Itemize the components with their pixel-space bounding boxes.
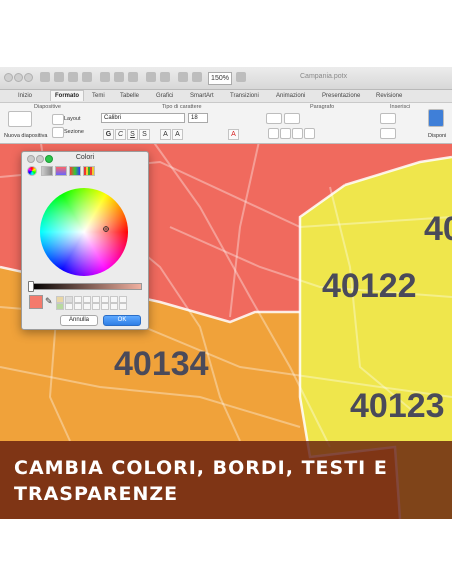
color-swatch[interactable] <box>65 296 73 303</box>
slideshow-icon[interactable] <box>192 72 202 82</box>
font-name-field[interactable]: Calibri <box>101 113 185 123</box>
brightness-slider-knob[interactable] <box>28 281 34 292</box>
zone-label-40123: 40123 <box>350 387 445 425</box>
save-icon[interactable] <box>68 72 78 82</box>
group-label-diapositive: Diapositive <box>34 104 61 110</box>
color-cursor-icon[interactable] <box>103 226 109 232</box>
color-swatch[interactable] <box>92 303 100 310</box>
color-picker-dialog: Colori ✎ Annulla OK <box>21 151 149 330</box>
document-title: Campania.potx <box>300 73 348 80</box>
justify-button[interactable] <box>304 128 315 139</box>
color-swatch[interactable] <box>83 296 91 303</box>
superscript-button[interactable]: A <box>160 129 171 140</box>
redo-icon[interactable] <box>160 72 170 82</box>
selected-color-swatch[interactable] <box>29 295 43 309</box>
zoom-window-button[interactable] <box>24 73 33 82</box>
group-label-carattere: Tipo di carattere <box>162 104 202 110</box>
zoom-field[interactable]: 150% <box>208 72 232 85</box>
section-button[interactable]: Sezione <box>64 129 84 135</box>
paste-icon[interactable] <box>128 72 138 82</box>
window-titlebar: 150% Campania.potx <box>0 67 452 90</box>
zone-label-40122: 40122 <box>322 267 417 305</box>
banner-text: CAMBIA COLORI, BORDI, TESTI E TRASPARENZ… <box>14 457 388 505</box>
dialog-title: Colori <box>75 154 95 161</box>
tab-revisione[interactable]: Revisione <box>372 91 406 101</box>
color-swatch[interactable] <box>65 303 73 310</box>
align-right-button[interactable] <box>292 128 303 139</box>
section-icon[interactable] <box>52 127 64 138</box>
arrange-icon[interactable] <box>428 109 444 127</box>
tab-formato[interactable]: Formato <box>50 90 84 101</box>
tab-grafici[interactable]: Grafici <box>152 91 177 101</box>
image-palettes-tab-icon[interactable] <box>69 166 81 176</box>
bold-button[interactable]: G <box>103 129 114 140</box>
group-label-inserisci: Inserisci <box>390 104 411 110</box>
align-center-button[interactable] <box>280 128 291 139</box>
tab-tabelle[interactable]: Tabelle <box>116 91 143 101</box>
brightness-slider[interactable] <box>30 283 142 290</box>
ribbon: Diapositive Tipo di carattere Paragrafo … <box>0 103 452 144</box>
color-swatch[interactable] <box>119 303 127 310</box>
undo-icon[interactable] <box>146 72 156 82</box>
ok-button[interactable]: OK <box>103 315 141 326</box>
color-swatch[interactable] <box>56 303 64 310</box>
color-swatch[interactable] <box>110 303 118 310</box>
zone-label-40134: 40134 <box>114 345 209 383</box>
numbering-button[interactable] <box>284 113 300 124</box>
color-swatch[interactable] <box>110 296 118 303</box>
layout-icon[interactable] <box>52 114 64 125</box>
minimize-window-button[interactable] <box>14 73 23 82</box>
arrange-button[interactable]: Disponi <box>428 133 446 139</box>
cut-icon[interactable] <box>100 72 110 82</box>
color-swatch[interactable] <box>56 296 64 303</box>
zone-label-40: 40 <box>424 210 452 248</box>
color-wheel-tab-icon[interactable] <box>27 166 37 176</box>
color-swatch[interactable] <box>83 303 91 310</box>
color-swatch[interactable] <box>119 296 127 303</box>
insert-shape-button[interactable] <box>380 113 396 124</box>
palettes-tab-icon[interactable] <box>55 166 67 176</box>
new-slide-label: Nuova diapositiva <box>4 133 48 139</box>
color-swatch[interactable] <box>101 296 109 303</box>
align-left-button[interactable] <box>268 128 279 139</box>
gallery-icon[interactable] <box>178 72 188 82</box>
color-swatch[interactable] <box>74 296 82 303</box>
eyedropper-icon[interactable]: ✎ <box>45 296 53 307</box>
new-document-icon[interactable] <box>40 72 50 82</box>
italic-button[interactable]: C <box>115 129 126 140</box>
tab-smartart[interactable]: SmartArt <box>186 91 218 101</box>
tab-temi[interactable]: Temi <box>88 91 109 101</box>
help-icon[interactable] <box>236 72 246 82</box>
new-slide-button[interactable] <box>8 111 32 127</box>
group-label-paragrafo: Paragrafo <box>310 104 335 110</box>
open-icon[interactable] <box>54 72 64 82</box>
tab-transizioni[interactable]: Transizioni <box>226 91 263 101</box>
crayons-tab-icon[interactable] <box>83 166 95 176</box>
tab-inizio[interactable]: Inizio <box>14 91 36 101</box>
bullets-button[interactable] <box>266 113 282 124</box>
color-wheel[interactable] <box>40 188 128 276</box>
tab-presentazione[interactable]: Presentazione <box>318 91 364 101</box>
cancel-button[interactable]: Annulla <box>60 315 98 326</box>
layout-button[interactable]: Layout <box>64 116 81 122</box>
underline-button[interactable]: S <box>127 129 138 140</box>
subscript-button[interactable]: A <box>172 129 183 140</box>
color-swatch[interactable] <box>92 296 100 303</box>
screenshot-frame: 40122 40134 40123 40 150% Campania.potx … <box>0 67 452 519</box>
color-swatch[interactable] <box>74 303 82 310</box>
strikethrough-button[interactable]: S <box>139 129 150 140</box>
insert-picture-button[interactable] <box>380 128 396 139</box>
tab-animazioni[interactable]: Animazioni <box>272 91 309 101</box>
font-size-field[interactable]: 18 <box>188 113 208 123</box>
promo-banner: CAMBIA COLORI, BORDI, TESTI E TRASPARENZ… <box>0 441 452 519</box>
sliders-tab-icon[interactable] <box>41 166 53 176</box>
color-swatch[interactable] <box>101 303 109 310</box>
print-icon[interactable] <box>82 72 92 82</box>
font-color-button[interactable]: A <box>228 129 239 140</box>
close-window-button[interactable] <box>4 73 13 82</box>
ribbon-tabs: Inizio Formato Temi Tabelle Grafici Smar… <box>0 90 452 103</box>
copy-icon[interactable] <box>114 72 124 82</box>
